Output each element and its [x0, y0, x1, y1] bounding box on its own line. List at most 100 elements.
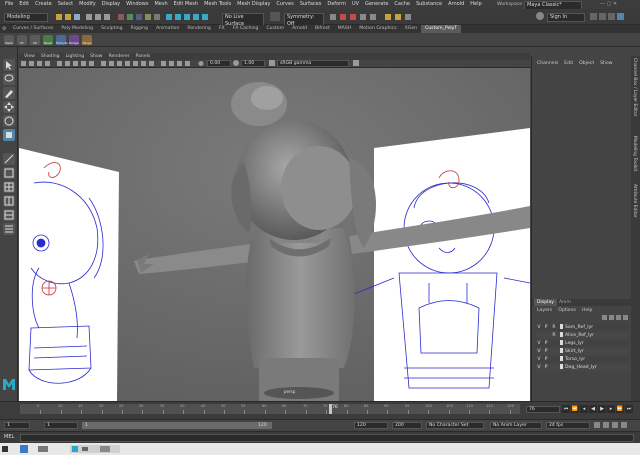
tab-anim[interactable]: Anim: [556, 299, 574, 306]
color-management-icon[interactable]: [269, 60, 275, 66]
shelf-button-mesh[interactable]: Mesh: [4, 35, 14, 45]
shelf-tab-sculpting[interactable]: Sculpting: [97, 25, 126, 33]
layout-side-icon[interactable]: [3, 195, 15, 207]
step-back-button[interactable]: ⏪: [571, 405, 579, 413]
end-time-field[interactable]: 200: [392, 422, 422, 429]
shelf-tab-animation[interactable]: Animation: [152, 25, 183, 33]
layer-color-swatch[interactable]: [560, 340, 563, 345]
layer-row[interactable]: R Alice_Ref_lyr: [536, 332, 630, 339]
start-time-field[interactable]: 1: [4, 422, 30, 429]
shelf-button-bevel[interactable]: Bevel: [43, 35, 53, 45]
viewport-menu-view[interactable]: View: [21, 53, 38, 60]
menu-arnold[interactable]: Arnold: [445, 0, 467, 9]
tab-attribute-editor[interactable]: Attribute Editor: [632, 184, 637, 218]
layer-name[interactable]: Alice_Ref_lyr: [565, 332, 594, 339]
menu-windows[interactable]: Windows: [123, 0, 151, 9]
menu-edit-mesh[interactable]: Edit Mesh: [171, 0, 201, 9]
menu-mesh-tools[interactable]: Mesh Tools: [201, 0, 234, 9]
menu-generate[interactable]: Generate: [362, 0, 391, 9]
time-slider-track[interactable]: 5 10 15 20 25 30 35 40 45 50 55 60 65 70 75 80 85 90 95 100…: [20, 404, 520, 414]
channel-menu-channels[interactable]: Channels: [534, 60, 561, 68]
layout-four-icon[interactable]: [3, 181, 15, 193]
layer-color-swatch[interactable]: [560, 364, 563, 369]
shelf-button-bridge[interactable]: Bridge: [69, 35, 79, 45]
layer-row[interactable]: V P Legs_lyr: [536, 340, 630, 347]
shelf-tab-custom-polyt[interactable]: Custom_PolyT: [421, 25, 462, 33]
character-set-select[interactable]: No Character Set: [426, 422, 484, 429]
taskbar-window-icon[interactable]: [38, 446, 48, 452]
layer-menu-layers[interactable]: Layers: [534, 307, 555, 314]
go-to-start-button[interactable]: ⏮: [562, 405, 570, 413]
layer-color-swatch[interactable]: [560, 332, 563, 337]
start-icon[interactable]: [2, 446, 8, 452]
sign-in-button[interactable]: Sign In: [547, 13, 585, 22]
menu-create[interactable]: Create: [32, 0, 55, 9]
menu-display[interactable]: Display: [99, 0, 123, 9]
shelf-tab-arnold[interactable]: Arnold: [288, 25, 311, 33]
playback-end-field[interactable]: 120: [354, 422, 388, 429]
shelf-tab-motion-graphics[interactable]: Motion Graphics: [355, 25, 400, 33]
shelf-tab-fx-caching[interactable]: FX Caching: [229, 25, 263, 33]
menu-cache[interactable]: Cache: [391, 0, 413, 9]
range-handle[interactable]: [82, 422, 272, 429]
shelf-button-extrude[interactable]: Extrude: [56, 35, 68, 45]
shelf-tab-xgen[interactable]: XGen: [401, 25, 421, 33]
layer-menu-help[interactable]: Help: [579, 307, 595, 314]
menu-file[interactable]: File: [2, 0, 16, 9]
layer-name[interactable]: Sam_Ref_lyr: [565, 324, 593, 331]
shelf-tab-rigging[interactable]: Rigging: [127, 25, 152, 33]
menu-substance[interactable]: Substance: [413, 0, 445, 9]
step-forward-button[interactable]: ⏩: [616, 405, 624, 413]
tab-channel-box[interactable]: Channel Box / Layer Editor: [632, 58, 637, 116]
layer-name[interactable]: Dog_Head_lyr: [565, 364, 597, 371]
shelf-tab-bifrost[interactable]: Bifrost: [311, 25, 334, 33]
play-backward-button[interactable]: ◀: [589, 405, 597, 413]
render-tools[interactable]: [330, 13, 530, 21]
symmetry-icon[interactable]: [270, 12, 280, 21]
soft-select-tool-icon[interactable]: [3, 153, 15, 165]
fps-select[interactable]: 24 fps: [546, 422, 590, 429]
current-frame-field[interactable]: 76: [526, 406, 560, 413]
layer-buttons[interactable]: [602, 315, 630, 320]
menu-modify[interactable]: Modify: [76, 0, 99, 9]
user-avatar-icon[interactable]: [536, 12, 544, 20]
move-tool-icon[interactable]: [3, 101, 15, 113]
statusline-icon-strip[interactable]: [56, 13, 216, 21]
layer-playback-toggle[interactable]: P: [542, 364, 550, 371]
layer-display-type-toggle[interactable]: R: [550, 332, 558, 339]
channel-menu-show[interactable]: Show: [597, 60, 615, 68]
shelf-button-merge[interactable]: Merge: [82, 35, 92, 45]
scale-tool-icon[interactable]: [3, 129, 15, 141]
exposure-field[interactable]: 0.00: [207, 60, 231, 67]
menu-edit[interactable]: Edit: [16, 0, 32, 9]
playback-start-field[interactable]: 1: [44, 422, 78, 429]
layer-row[interactable]: V P R Sam_Ref_lyr: [536, 324, 630, 331]
layout-stack-icon[interactable]: [3, 209, 15, 221]
viewport-scene[interactable]: persp: [19, 68, 530, 401]
panel-toggle-icons[interactable]: [590, 12, 636, 21]
viewport-menu-panels[interactable]: Panels: [133, 53, 154, 60]
shelf-tab-curves-surfaces[interactable]: Curves / Surfaces: [9, 25, 57, 33]
menu-select[interactable]: Select: [55, 0, 76, 9]
layer-color-swatch[interactable]: [560, 348, 563, 353]
taskbar-maya-item[interactable]: [70, 445, 120, 453]
layer-playback-toggle[interactable]: P: [542, 340, 550, 347]
shelf-tab-fx[interactable]: FX: [215, 25, 229, 33]
layer-name[interactable]: Skirt_lyr: [565, 348, 584, 355]
shelf-tab-mash[interactable]: MASH: [334, 25, 355, 33]
range-bar[interactable]: 1 120: [82, 422, 272, 429]
shelf-button-cp[interactable]: CP: [30, 35, 40, 45]
step-back-key-button[interactable]: ◂: [580, 405, 588, 413]
layout-single-icon[interactable]: [3, 167, 15, 179]
menu-uv[interactable]: UV: [349, 0, 362, 9]
step-forward-key-button[interactable]: ▸: [607, 405, 615, 413]
viewport-menu-shading[interactable]: Shading: [38, 53, 63, 60]
tab-modeling-toolkit[interactable]: Modeling Toolkit: [632, 136, 637, 171]
taskbar-maya-items[interactable]: [70, 445, 120, 453]
menu-mesh[interactable]: Mesh: [151, 0, 170, 9]
menu-curves[interactable]: Curves: [273, 0, 296, 9]
outliner-layout-icon[interactable]: [3, 223, 15, 235]
viewport[interactable]: persp: [19, 68, 530, 401]
viewport-settings-icon[interactable]: [353, 60, 359, 66]
menu-help[interactable]: Help: [467, 0, 484, 9]
